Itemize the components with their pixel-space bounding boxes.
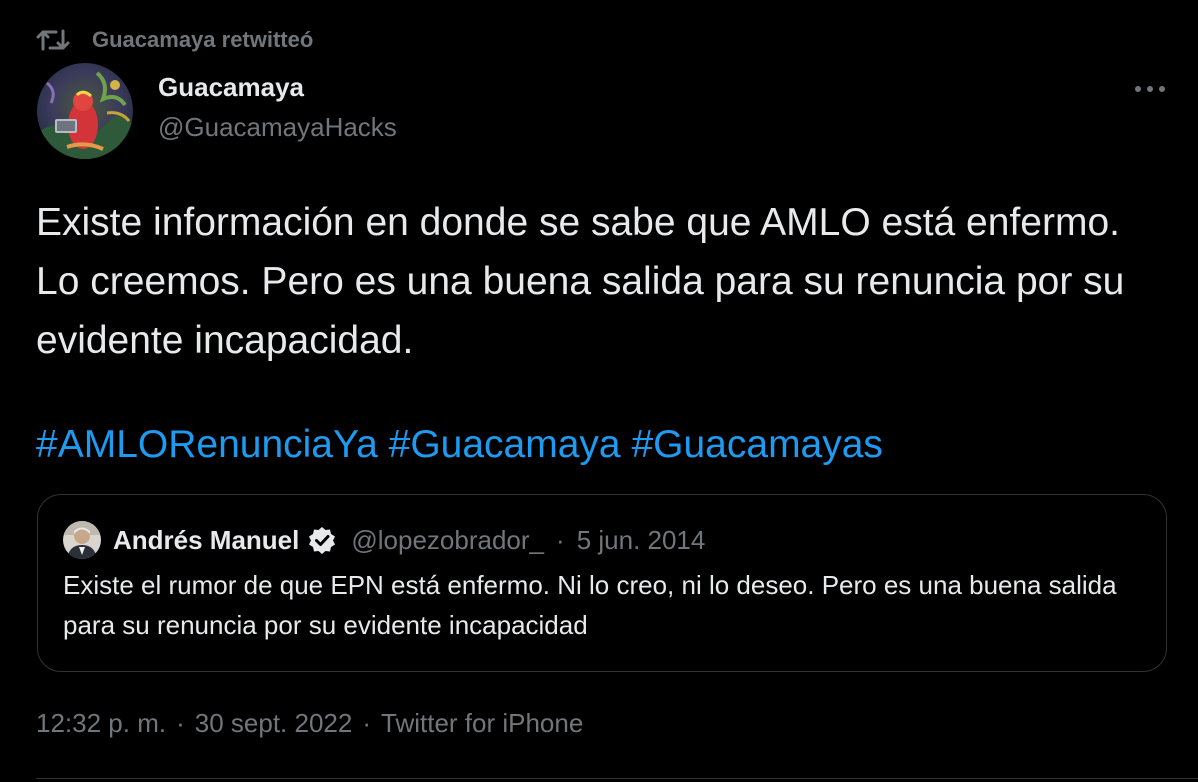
author-handle[interactable]: @GuacamayaHacks (158, 112, 397, 143)
quoted-tweet-date[interactable]: 5 jun. 2014 (577, 525, 706, 556)
more-horizontal-icon (1135, 86, 1165, 92)
author-avatar[interactable] (37, 63, 133, 159)
hashtag-amlorenunciaya[interactable]: #AMLORenunciaYa (36, 423, 378, 466)
quoted-author-name[interactable]: Andrés Manuel (113, 525, 299, 556)
more-options-button[interactable] (1130, 74, 1170, 104)
quoted-tweet-text: Existe el rumor de que EPN está enfermo.… (63, 570, 1117, 640)
tweet-text: Existe información en donde se sabe que … (36, 201, 1125, 362)
tweet-metadata: 12:32 p. m. · 30 sept. 2022 · Twitter fo… (36, 708, 583, 739)
verified-badge-icon (309, 527, 336, 554)
avatar-illustration (37, 63, 133, 159)
quoted-avatar-photo (63, 521, 101, 559)
meta-separator: · (176, 708, 185, 738)
retweet-icon (36, 29, 70, 51)
tweet-time[interactable]: 12:32 p. m. (36, 708, 166, 739)
quoted-separator: · (556, 524, 565, 555)
quoted-tweet-card[interactable]: Andrés Manuel @lopezobrador_ · 5 jun. 20… (37, 494, 1167, 672)
retweet-context[interactable]: Guacamaya retwitteó (36, 24, 313, 56)
tweet-source[interactable]: Twitter for iPhone (381, 708, 583, 739)
hashtag-guacamaya[interactable]: #Guacamaya (389, 423, 621, 466)
quoted-author-handle[interactable]: @lopezobrador_ (351, 525, 544, 556)
retweet-label: Guacamaya retwitteó (92, 27, 314, 52)
quoted-author-avatar[interactable] (63, 521, 101, 559)
tweet-date[interactable]: 30 sept. 2022 (195, 708, 353, 739)
divider (36, 778, 1198, 779)
hashtag-guacamayas[interactable]: #Guacamayas (631, 423, 882, 466)
hashtag-list: #AMLORenunciaYa #Guacamaya #Guacamayas (36, 415, 883, 474)
meta-separator: · (362, 708, 371, 738)
quoted-tweet-header: Andrés Manuel @lopezobrador_ · 5 jun. 20… (63, 521, 705, 559)
author-name[interactable]: Guacamaya (158, 72, 304, 103)
